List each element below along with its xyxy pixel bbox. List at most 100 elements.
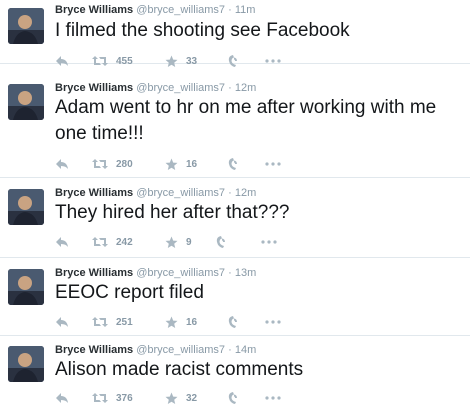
favorite-count: 16 (186, 316, 198, 328)
tweet-header: Bryce Williams @bryce_williams7 · 13m (55, 267, 256, 280)
tweet-header: Bryce Williams @bryce_williams7 · 14m (55, 344, 256, 357)
star-icon (165, 158, 178, 170)
favorite-button[interactable]: 16 (165, 314, 197, 330)
avatar[interactable] (8, 346, 44, 382)
retweet-icon (92, 393, 108, 403)
star-icon (165, 236, 178, 248)
separator-dot: · (228, 267, 232, 279)
tweet[interactable]: Bryce Williams @bryce_williams7 · 14m Al… (0, 336, 470, 414)
display-name[interactable]: Bryce Williams (55, 4, 133, 16)
retweet-count: 242 (116, 236, 133, 248)
reply-icon (56, 56, 68, 66)
reply-button[interactable] (55, 314, 69, 330)
tweet-text: EEOC report filed (55, 282, 204, 303)
display-name[interactable]: Bryce Williams (55, 267, 133, 279)
display-name[interactable]: Bryce Williams (55, 82, 133, 94)
separator-dot: · (228, 4, 232, 16)
favorite-button[interactable]: 32 (165, 390, 197, 406)
more-icon (261, 240, 277, 244)
tweet-text: They hired her after that??? (55, 202, 290, 223)
reply-icon (56, 393, 68, 403)
reply-button[interactable] (55, 390, 69, 406)
more-button[interactable] (261, 234, 277, 250)
username[interactable]: @bryce_williams7 (136, 267, 225, 279)
avatar-image (8, 269, 44, 305)
tweet[interactable]: Bryce Williams @bryce_williams7 · 11m I … (0, 0, 470, 67)
tweet-header: Bryce Williams @bryce_williams7 · 11m (55, 4, 255, 17)
reply-icon (56, 159, 68, 169)
more-button[interactable] (265, 156, 281, 172)
avatar[interactable] (8, 189, 44, 225)
avatar-image (8, 189, 44, 225)
star-icon (165, 392, 178, 404)
tweet[interactable]: Bryce Williams @bryce_williams7 · 12m Ad… (0, 73, 470, 178)
retweet-button[interactable]: 251 (92, 314, 133, 330)
display-name[interactable]: Bryce Williams (55, 344, 133, 356)
timestamp[interactable]: 12m (235, 187, 256, 199)
avatar-image (8, 346, 44, 382)
avatar-image (8, 8, 44, 44)
reply-button[interactable] (55, 53, 69, 69)
timestamp[interactable]: 14m (235, 344, 256, 356)
username[interactable]: @bryce_williams7 (136, 4, 225, 16)
avatar-image (8, 84, 44, 120)
tweet-text: I filmed the shooting see Facebook (55, 20, 350, 41)
vine-icon (228, 158, 237, 170)
retweet-count: 251 (116, 316, 133, 328)
favorite-button[interactable]: 16 (165, 156, 197, 172)
vine-icon (228, 316, 237, 328)
more-button[interactable] (265, 53, 281, 69)
retweet-button[interactable]: 455 (92, 53, 133, 69)
retweet-icon (92, 317, 108, 327)
more-button[interactable] (265, 390, 281, 406)
vine-button[interactable] (227, 390, 239, 406)
favorite-button[interactable]: 33 (165, 53, 197, 69)
username[interactable]: @bryce_williams7 (136, 187, 225, 199)
tweet[interactable]: Bryce Williams @bryce_williams7 · 12m Th… (0, 178, 470, 258)
retweet-count: 280 (116, 158, 133, 170)
tweet-actions: 280 16 (55, 156, 315, 172)
favorite-count: 32 (186, 392, 198, 404)
reply-button[interactable] (55, 156, 69, 172)
retweet-button[interactable]: 280 (92, 156, 133, 172)
favorite-count: 33 (186, 55, 198, 67)
more-icon (265, 59, 281, 63)
avatar[interactable] (8, 84, 44, 120)
tweet-actions: 251 16 (55, 314, 315, 330)
tweet-actions: 455 33 (55, 53, 315, 69)
display-name[interactable]: Bryce Williams (55, 187, 133, 199)
separator-dot: · (228, 82, 232, 94)
favorite-count: 9 (186, 236, 192, 248)
vine-button[interactable] (215, 234, 227, 250)
reply-button[interactable] (55, 234, 69, 250)
avatar[interactable] (8, 269, 44, 305)
tweet-text: Adam went to hr on me after working with… (55, 97, 437, 144)
star-icon (165, 316, 178, 328)
timestamp[interactable]: 11m (235, 4, 256, 16)
vine-button[interactable] (227, 314, 239, 330)
retweet-count: 455 (116, 55, 133, 67)
retweet-icon (92, 237, 108, 247)
reply-icon (56, 237, 68, 247)
retweet-icon (92, 56, 108, 66)
avatar[interactable] (8, 8, 44, 44)
tweet[interactable]: Bryce Williams @bryce_williams7 · 13m EE… (0, 258, 470, 336)
vine-button[interactable] (227, 156, 239, 172)
star-icon (165, 55, 178, 67)
favorite-button[interactable]: 9 (165, 234, 192, 250)
vine-icon (228, 392, 237, 404)
retweet-count: 376 (116, 392, 133, 404)
timestamp[interactable]: 13m (235, 267, 256, 279)
timestamp[interactable]: 12m (235, 82, 256, 94)
more-icon (265, 396, 281, 400)
tweet-header: Bryce Williams @bryce_williams7 · 12m (55, 187, 256, 200)
more-icon (265, 162, 281, 166)
username[interactable]: @bryce_williams7 (136, 82, 225, 94)
retweet-button[interactable]: 242 (92, 234, 133, 250)
vine-button[interactable] (227, 53, 239, 69)
favorite-count: 16 (186, 158, 198, 170)
username[interactable]: @bryce_williams7 (136, 344, 225, 356)
more-icon (265, 320, 281, 324)
retweet-button[interactable]: 376 (92, 390, 133, 406)
more-button[interactable] (265, 314, 281, 330)
